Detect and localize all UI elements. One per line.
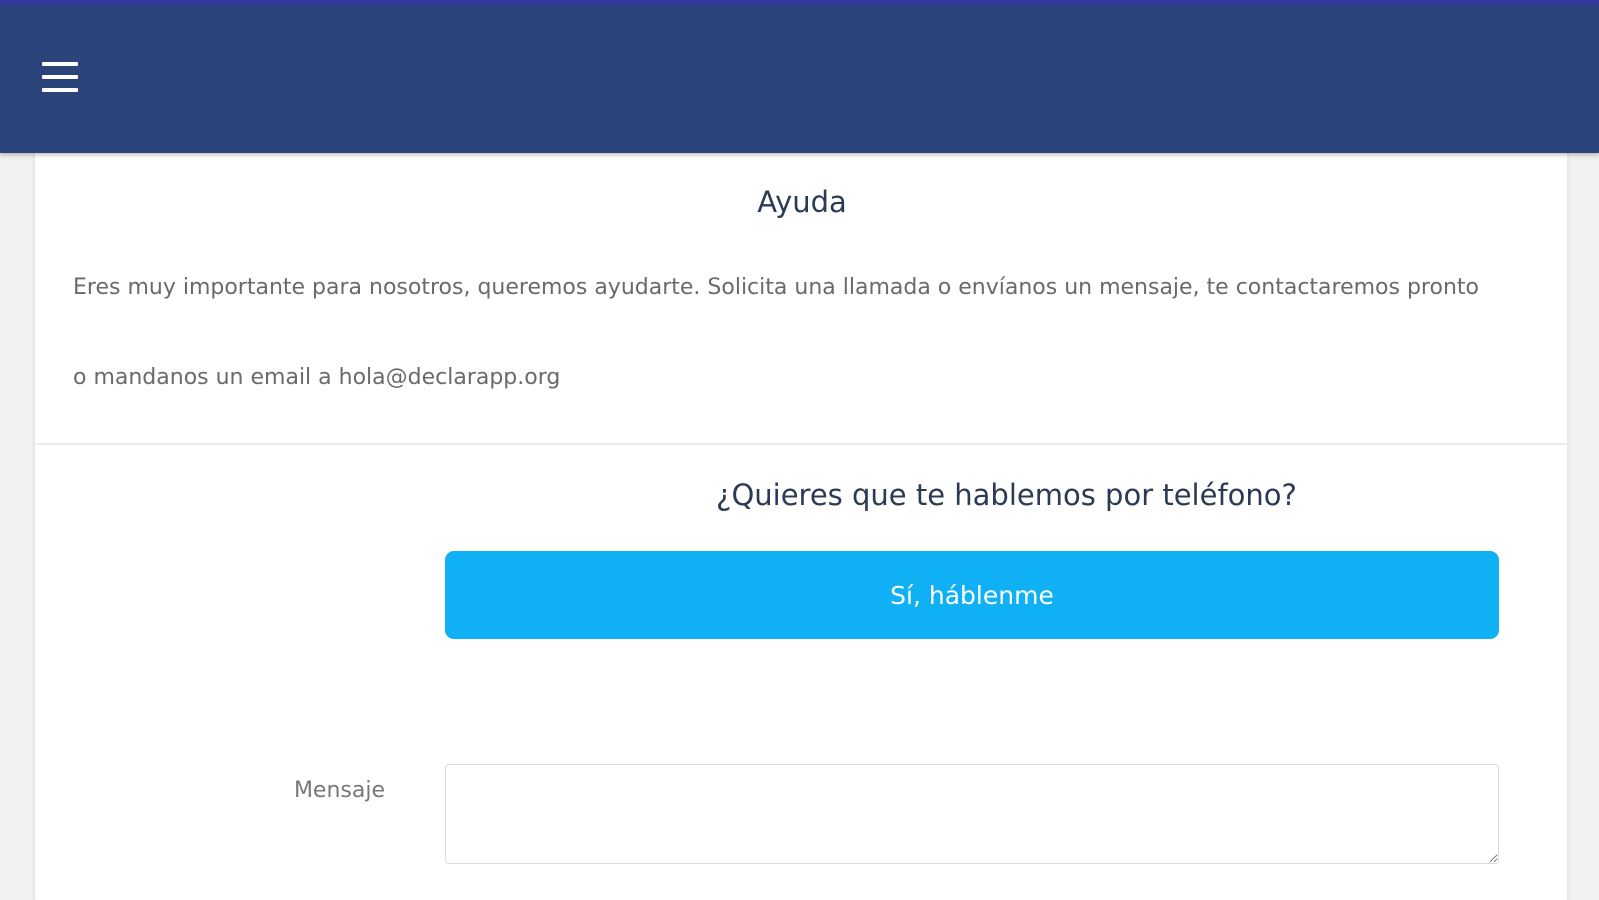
- help-text-line-1: Eres muy importante para nosotros, quere…: [73, 275, 1479, 300]
- request-call-button[interactable]: Sí, háblenme: [445, 551, 1499, 639]
- help-text-line-2: o mandanos un email a hola@declarapp.org: [73, 365, 561, 390]
- help-card: Ayuda Eres muy importante para nosotros,…: [34, 153, 1568, 900]
- top-navigation-bar: [0, 0, 1599, 153]
- page-title: Ayuda: [757, 185, 847, 219]
- hamburger-menu-icon[interactable]: [40, 60, 80, 94]
- message-label: Mensaje: [293, 778, 385, 803]
- help-description: Eres muy importante para nosotros, quere…: [73, 243, 1533, 423]
- phone-call-question: ¿Quieres que te hablemos por teléfono?: [716, 478, 1297, 512]
- help-section: Ayuda Eres muy importante para nosotros,…: [35, 153, 1567, 445]
- message-textarea[interactable]: [445, 764, 1499, 864]
